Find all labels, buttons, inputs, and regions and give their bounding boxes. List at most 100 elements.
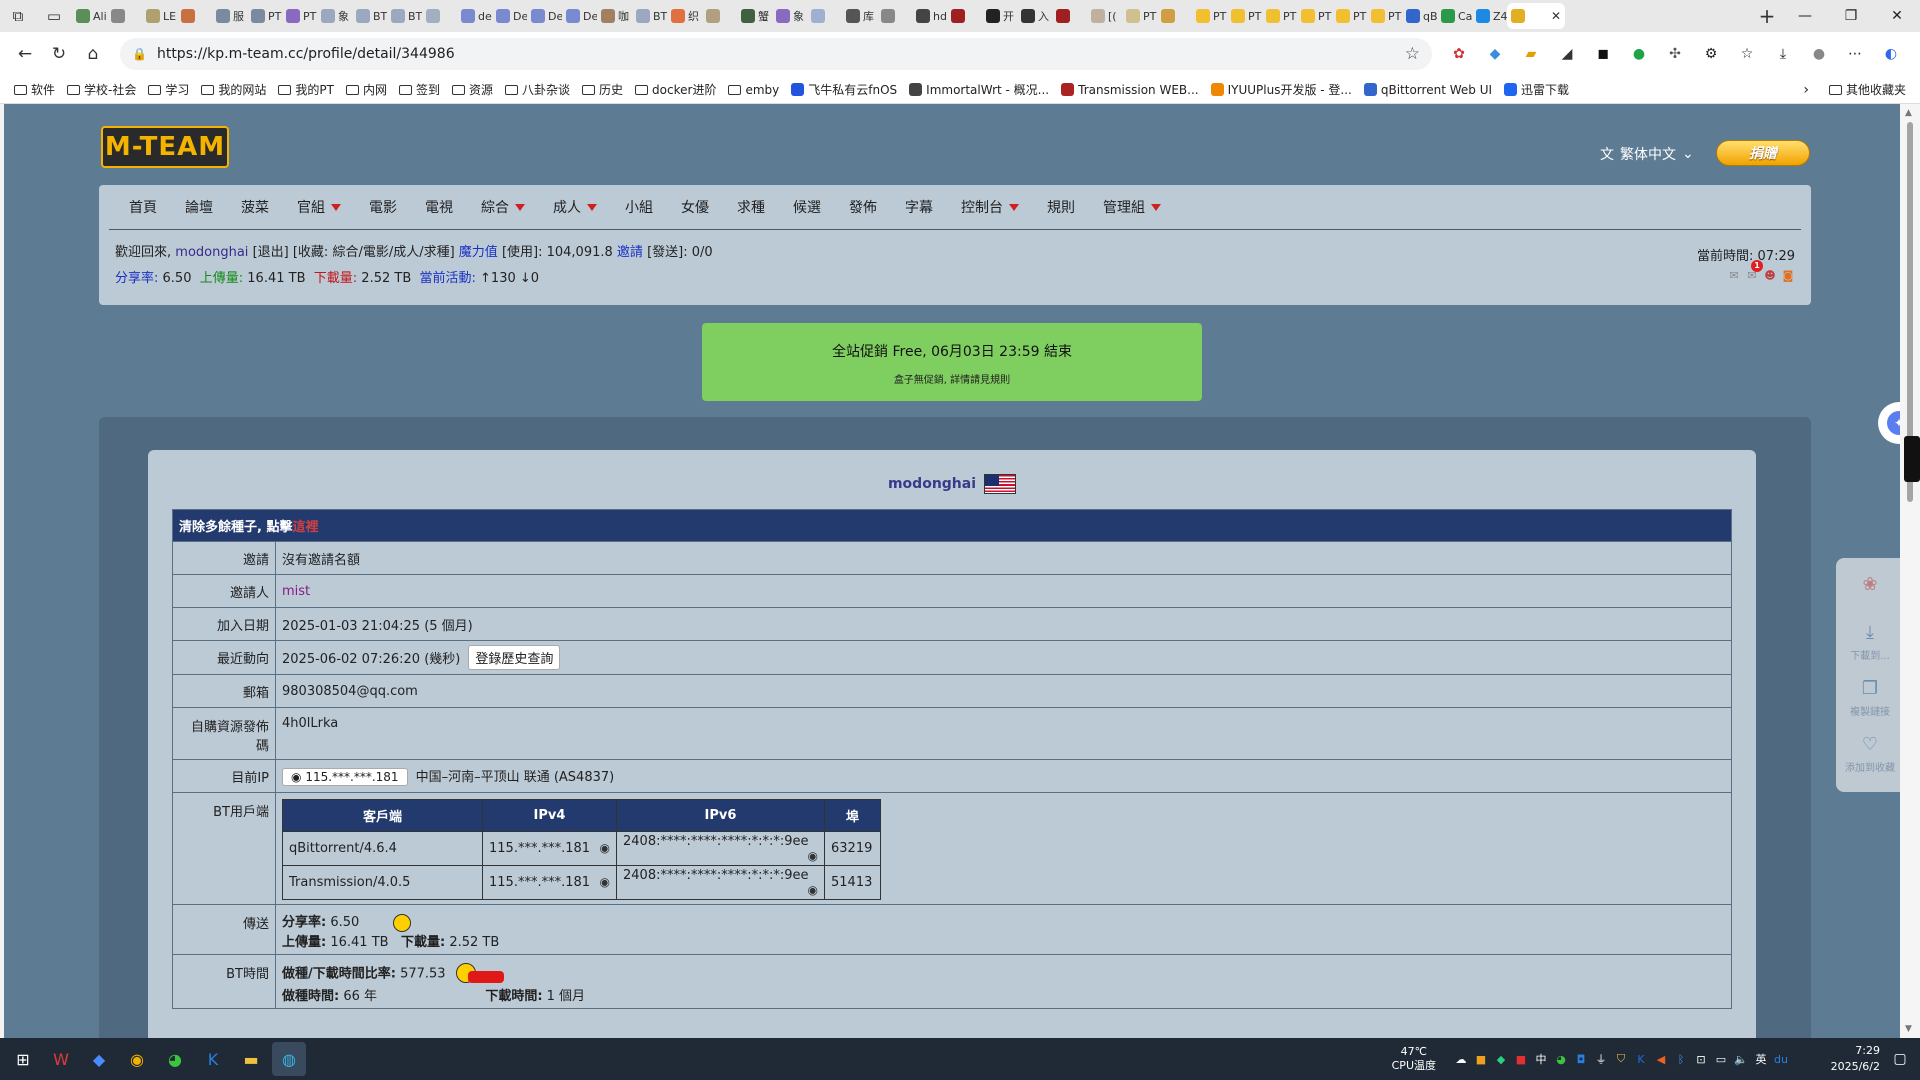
browser-tab[interactable]: de xyxy=(457,3,492,29)
download-to-button[interactable]: ⤓ 下載到... xyxy=(1836,614,1900,670)
browser-tab[interactable]: BT xyxy=(387,3,422,29)
bookmark-link[interactable]: Transmission WEB... xyxy=(1055,83,1204,97)
input-language[interactable]: 英 xyxy=(1754,1051,1768,1067)
browser-tab[interactable] xyxy=(702,3,737,29)
wechat-icon[interactable]: ◕ xyxy=(158,1042,192,1076)
browser-tab[interactable] xyxy=(422,3,457,29)
bookmark-folder[interactable]: 学习 xyxy=(142,81,195,98)
browser-tab[interactable]: 织 xyxy=(667,3,702,29)
browser-tab[interactable] xyxy=(947,3,982,29)
browser-tab[interactable]: Ali xyxy=(72,3,107,29)
other-bookmarks-folder[interactable]: 其他收藏夹 xyxy=(1823,81,1912,98)
bookmark-folder[interactable]: docker进阶 xyxy=(629,81,722,98)
usb-icon[interactable]: ⏚ xyxy=(1594,1051,1608,1067)
browser-tab[interactable] xyxy=(877,3,912,29)
browser-tab[interactable] xyxy=(177,3,212,29)
browser-tab[interactable]: PT xyxy=(282,3,317,29)
nav-item[interactable]: 電影 xyxy=(355,197,411,217)
minimize-icon[interactable]: — xyxy=(1782,0,1828,32)
login-history-button[interactable]: 登錄歷史查詢 xyxy=(468,645,561,670)
browser-tab[interactable]: 库 xyxy=(842,3,877,29)
bookmark-folder[interactable]: 我的PT xyxy=(272,81,340,98)
workspaces-icon[interactable]: ⧉ xyxy=(0,0,36,32)
file-explorer-icon[interactable]: ▬ xyxy=(234,1042,268,1076)
notification-icon[interactable]: ▢ xyxy=(1880,1051,1920,1067)
browser-tab[interactable]: 入 xyxy=(1017,3,1052,29)
home-icon[interactable]: ⌂ xyxy=(76,37,110,71)
bluetooth-icon[interactable]: ᛒ xyxy=(1674,1053,1688,1066)
nav-item[interactable]: 字幕 xyxy=(891,197,947,217)
browser-tab[interactable]: BT xyxy=(632,3,667,29)
browser-tab[interactable]: 象 xyxy=(772,3,807,29)
inviter-link[interactable]: mist xyxy=(282,584,310,599)
browser-tab[interactable]: PT xyxy=(247,3,282,29)
extension-icon[interactable]: ◆ xyxy=(1480,39,1510,69)
browser-tab[interactable]: PT xyxy=(1227,3,1262,29)
ip-toggle[interactable]: ◉ 115.***.***.181 xyxy=(282,768,408,786)
favorites-link[interactable]: [收藏: 綜合/電影/成人/求種] xyxy=(293,245,455,260)
username-link[interactable]: modonghai xyxy=(175,245,248,260)
bookmark-link[interactable]: qBittorrent Web UI xyxy=(1358,83,1498,97)
page-scrollbar[interactable]: ▲ ▼ xyxy=(1900,104,1920,1038)
browser-tab[interactable]: PT xyxy=(1367,3,1402,29)
volume-icon[interactable]: 🔈 xyxy=(1734,1053,1748,1066)
close-tab-icon[interactable]: ✕ xyxy=(1551,9,1561,23)
edge-icon[interactable]: ◍ xyxy=(272,1042,306,1076)
nav-item[interactable]: 小組 xyxy=(611,197,667,217)
start-icon[interactable]: ⊞ xyxy=(6,1042,40,1076)
browser-tab[interactable]: De xyxy=(562,3,597,29)
browser-tab[interactable]: 蟹 xyxy=(737,3,772,29)
nav-item[interactable]: 成人 xyxy=(539,197,611,217)
favorites-icon[interactable]: ☆ xyxy=(1732,39,1762,69)
messages-icon[interactable]: ✉ 1 xyxy=(1745,260,1763,282)
browser-tab[interactable]: 开 xyxy=(982,3,1017,29)
nav-item[interactable]: 女優 xyxy=(667,197,723,217)
extension-icon[interactable]: ✿ xyxy=(1444,39,1474,69)
bookmark-folder[interactable]: 内网 xyxy=(340,81,393,98)
nav-item[interactable]: 求種 xyxy=(723,197,779,217)
friends-icon[interactable]: ☻ xyxy=(1763,269,1777,282)
restore-icon[interactable]: ❐ xyxy=(1828,0,1874,32)
shield-icon[interactable]: ⛉ xyxy=(1614,1052,1628,1066)
notice-link[interactable]: 這裡 xyxy=(292,520,318,535)
logout-link[interactable]: [退出] xyxy=(253,245,289,260)
scroll-down-icon[interactable]: ▼ xyxy=(1905,1024,1912,1034)
copy-link-button[interactable]: ❐ 複製鏈接 xyxy=(1836,670,1900,726)
nav-item[interactable]: 電視 xyxy=(411,197,467,217)
tray-app-icon[interactable]: ■ xyxy=(1514,1053,1528,1066)
inbox-icon[interactable]: ✉ xyxy=(1727,269,1741,282)
browser-tab[interactable]: De xyxy=(492,3,527,29)
nav-item[interactable]: 規則 xyxy=(1033,197,1089,217)
wps-icon[interactable]: W xyxy=(44,1042,78,1076)
browser-tab[interactable]: De xyxy=(527,3,562,29)
browser-tab[interactable]: BT xyxy=(352,3,387,29)
bookmark-folder[interactable]: 八卦杂谈 xyxy=(499,81,576,98)
browser-tab[interactable] xyxy=(107,3,142,29)
rss-icon[interactable]: ◙ xyxy=(1781,269,1795,282)
browser-tab[interactable]: 服 xyxy=(212,3,247,29)
cpu-temperature[interactable]: 47℃ CPU温度 xyxy=(1392,1045,1436,1073)
close-window-icon[interactable]: ✕ xyxy=(1874,0,1920,32)
tray-app-icon[interactable]: ⊡ xyxy=(1694,1053,1708,1066)
nav-item[interactable]: 綜合 xyxy=(467,197,539,217)
eye-icon[interactable]: ◉ xyxy=(600,875,610,889)
bookmark-folder[interactable]: 历史 xyxy=(576,81,629,98)
browser-tab[interactable] xyxy=(1052,3,1087,29)
nav-item[interactable]: 論壇 xyxy=(171,197,227,217)
donate-button[interactable]: 捐贈 xyxy=(1716,140,1810,166)
more-menu-icon[interactable]: ⋯ xyxy=(1840,39,1870,69)
site-logo[interactable]: M-TEAM xyxy=(101,126,229,168)
bonus-link[interactable]: 魔力值 xyxy=(459,245,498,260)
extensions-puzzle-icon[interactable]: ⚙ xyxy=(1696,39,1726,69)
nav-item[interactable]: 菠菜 xyxy=(227,197,283,217)
scroll-up-icon[interactable]: ▲ xyxy=(1905,108,1912,118)
nav-item[interactable]: 發佈 xyxy=(835,197,891,217)
ime-icon[interactable]: 中 xyxy=(1534,1051,1548,1067)
bookmark-folder[interactable]: 软件 xyxy=(8,81,61,98)
browser-tab[interactable]: PT xyxy=(1262,3,1297,29)
bookmark-folder[interactable]: 我的网站 xyxy=(195,81,272,98)
invite-link[interactable]: 邀請 xyxy=(617,245,643,260)
browser-tab[interactable]: [( xyxy=(1087,3,1122,29)
extension-icon[interactable]: ◢ xyxy=(1552,39,1582,69)
add-favorite-button[interactable]: ♡ 添加到收藏 xyxy=(1836,726,1900,782)
